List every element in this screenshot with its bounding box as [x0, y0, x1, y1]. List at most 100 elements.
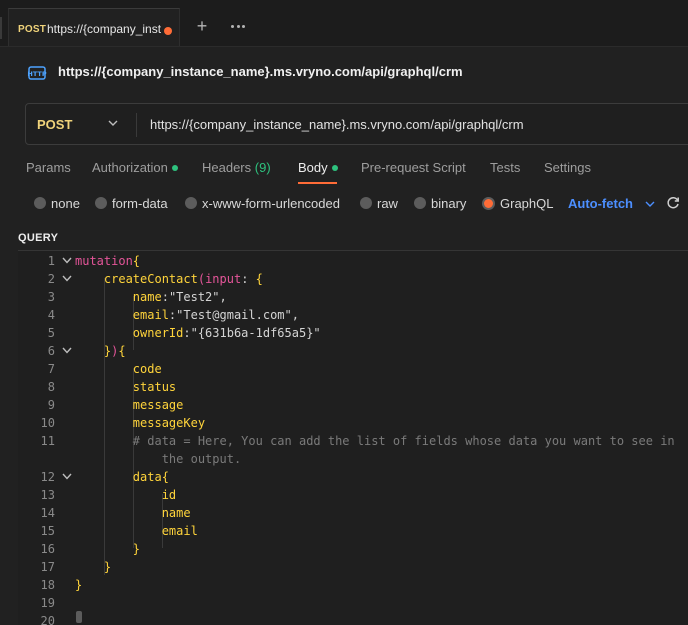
- code-token: :: [183, 326, 191, 340]
- method-select[interactable]: POST: [37, 117, 72, 132]
- code-token: input: [205, 272, 242, 286]
- line-number: 1: [47, 254, 55, 268]
- code-token: email: [161, 524, 198, 538]
- code-token: messageKey: [132, 416, 206, 430]
- line-number: 9: [47, 398, 55, 412]
- code-token: name: [132, 290, 162, 304]
- code-line: 1 mutation{: [18, 252, 688, 270]
- request-tab[interactable]: POST https://{company_inst: [8, 8, 180, 46]
- code-text: createContact(input: {: [75, 270, 263, 288]
- code-line: 17 }: [18, 558, 688, 576]
- chevron-down-icon[interactable]: [108, 119, 118, 127]
- code-line: 16 }: [18, 540, 688, 558]
- code-line: 12 data{: [18, 468, 688, 486]
- radio-raw[interactable]: [360, 197, 372, 209]
- code-text: # data = Here, You can add the list of f…: [75, 432, 675, 450]
- tab-params[interactable]: Params: [26, 160, 71, 175]
- code-token: name: [161, 506, 191, 520]
- tab-tests[interactable]: Tests: [490, 160, 520, 175]
- radio-none[interactable]: [34, 197, 46, 209]
- radio-form-data-label[interactable]: form-data: [112, 196, 168, 211]
- code-text: }){: [75, 342, 126, 360]
- code-line: 7 code: [18, 360, 688, 378]
- code-token: (: [197, 272, 206, 286]
- radio-none-label[interactable]: none: [51, 196, 80, 211]
- code-line: 18}: [18, 576, 688, 594]
- tab-authorization[interactable]: Authorization: [92, 160, 178, 175]
- url-input[interactable]: https://{company_instance_name}.ms.vryno…: [150, 117, 524, 132]
- code-text: id: [75, 486, 176, 504]
- status-dot-icon: [171, 165, 178, 171]
- radio-graphql[interactable]: [484, 199, 493, 208]
- radio-binary[interactable]: [414, 197, 426, 209]
- fold-chevron-icon[interactable]: [62, 275, 72, 282]
- code-token: {: [132, 254, 141, 268]
- code-token: "Test@gmail.com": [176, 308, 292, 322]
- code-token: createContact: [103, 272, 198, 286]
- line-number: 6: [47, 344, 55, 358]
- code-token: id: [161, 488, 177, 502]
- code-line: 13 id: [18, 486, 688, 504]
- query-label: QUERY: [18, 232, 59, 244]
- code-token: data{: [132, 470, 169, 484]
- headers-count: (9): [254, 160, 271, 175]
- tab-body[interactable]: Body: [298, 160, 338, 175]
- code-token: {: [118, 344, 126, 358]
- line-number: 5: [47, 326, 55, 340]
- fold-chevron-icon[interactable]: [62, 473, 72, 480]
- radio-binary-label[interactable]: binary: [431, 196, 466, 211]
- radio-urlencoded-label[interactable]: x-www-form-urlencoded: [202, 196, 340, 211]
- code-line: 10 messageKey: [18, 414, 688, 432]
- refresh-icon[interactable]: [666, 196, 680, 210]
- chevron-down-icon[interactable]: [645, 200, 655, 208]
- code-line: 8 status: [18, 378, 688, 396]
- query-editor[interactable]: 1 mutation{2 createContact(input: {3 name…: [18, 250, 688, 625]
- line-number: 14: [40, 506, 55, 520]
- tab-pre-request-script[interactable]: Pre-request Script: [361, 160, 466, 175]
- code-token: }: [103, 560, 112, 574]
- svg-text:HTTP: HTTP: [27, 70, 46, 78]
- line-number: 10: [40, 416, 55, 430]
- radio-graphql-label[interactable]: GraphQL: [500, 196, 553, 211]
- tab-settings[interactable]: Settings: [544, 160, 591, 175]
- line-number: 13: [40, 488, 55, 502]
- divider: [136, 113, 137, 137]
- fold-chevron-icon[interactable]: [62, 257, 72, 264]
- radio-form-data[interactable]: [95, 197, 107, 209]
- code-token: }: [75, 578, 83, 592]
- code-token: "{631b6a-1df65a5}": [190, 326, 321, 340]
- more-options-icon[interactable]: [228, 17, 248, 35]
- code-text: name:"Test2",: [75, 288, 227, 306]
- line-number: 3: [47, 290, 55, 304]
- code-text: the output.: [75, 450, 241, 468]
- code-token: mutation: [75, 254, 133, 268]
- code-token: code: [132, 362, 162, 376]
- auto-fetch-button[interactable]: Auto-fetch: [568, 196, 633, 211]
- code-text: }: [75, 558, 111, 576]
- radio-raw-label[interactable]: raw: [377, 196, 398, 211]
- code-line: 4 email:"Test@gmail.com",: [18, 306, 688, 324]
- fold-chevron-icon[interactable]: [62, 347, 72, 354]
- code-line: 3 name:"Test2",: [18, 288, 688, 306]
- request-title[interactable]: https://{company_instance_name}.ms.vryno…: [58, 64, 463, 79]
- code-text: code: [75, 360, 162, 378]
- http-icon: HTTP: [27, 66, 47, 80]
- code-line: 6 }){: [18, 342, 688, 360]
- line-number: 8: [47, 380, 55, 394]
- tab-headers[interactable]: Headers (9): [202, 160, 271, 175]
- radio-urlencoded[interactable]: [185, 197, 197, 209]
- tab-method: POST: [18, 24, 47, 35]
- code-token: {: [255, 272, 263, 286]
- unsaved-dot-icon[interactable]: [164, 27, 172, 35]
- new-tab-plus-icon[interactable]: +: [192, 16, 212, 36]
- tab-pre-request-label: Pre-request Script: [361, 160, 466, 175]
